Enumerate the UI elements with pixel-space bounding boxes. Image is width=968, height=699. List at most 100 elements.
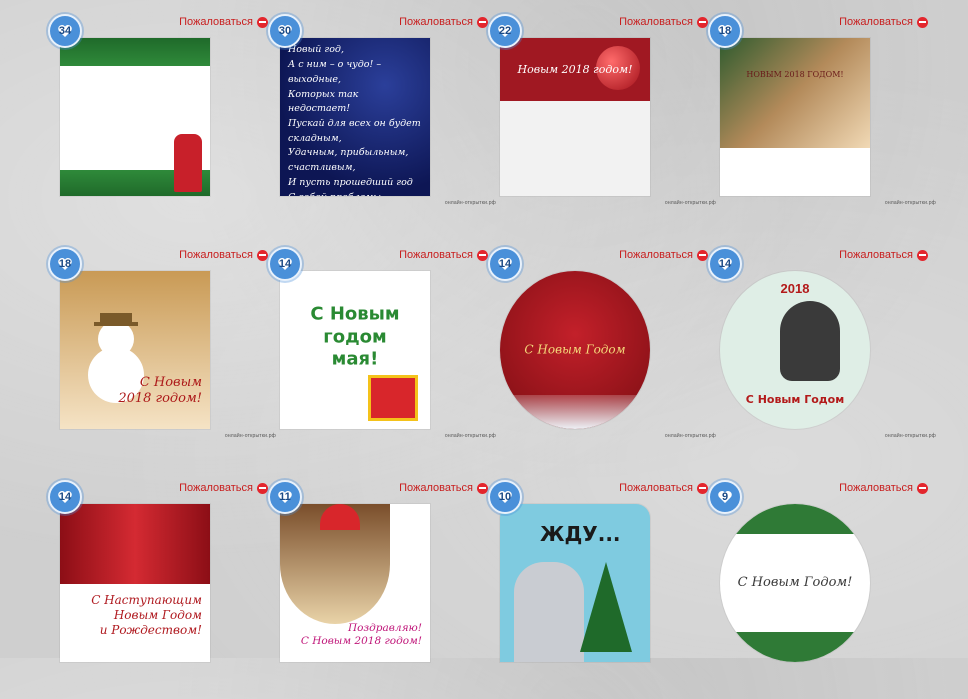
postcard-image[interactable]: Новым 2018 годом! <box>500 38 650 196</box>
postcard-image[interactable]: НОВЫМ 2018 ГОДОМ! <box>720 38 870 196</box>
dog-illustration <box>780 301 840 381</box>
pine-decoration <box>720 504 870 534</box>
report-label: Пожаловаться <box>839 249 913 261</box>
curtain-decoration <box>60 504 210 584</box>
postcard-image[interactable]: С Наступающим Новым Годом и Рождеством! <box>60 504 210 662</box>
postcard-image[interactable]: ЖДУ... <box>500 504 650 662</box>
no-entry-icon <box>257 249 268 261</box>
postcard-text: С Наступающим Новым Годом и Рождеством! <box>91 593 202 637</box>
no-entry-icon <box>697 16 708 28</box>
like-button[interactable]: 34 <box>48 14 82 48</box>
like-button[interactable]: 14 <box>488 247 522 281</box>
postcard-text: Поздравляю! С Новым 2018 годом! <box>300 621 422 647</box>
no-entry-icon <box>257 482 268 494</box>
no-entry-icon <box>917 249 928 261</box>
postcard-image[interactable] <box>60 38 210 196</box>
postcard-image[interactable]: С Новым годом мая! <box>280 271 430 429</box>
postcard-text: С Новым 2018 годом! <box>118 374 202 406</box>
report-link[interactable]: Пожаловаться <box>619 482 708 494</box>
postcard-text: С Новым годом мая! <box>310 303 400 370</box>
like-count: 14 <box>498 258 512 270</box>
like-button[interactable]: 14 <box>268 247 302 281</box>
report-link[interactable]: Пожаловаться <box>179 249 268 261</box>
like-button[interactable]: 14 <box>708 247 742 281</box>
postcard-text: С Новым Годом! <box>737 574 853 590</box>
report-link[interactable]: Пожаловаться <box>839 16 928 28</box>
report-link[interactable]: Пожаловаться <box>619 249 708 261</box>
like-count: 9 <box>721 491 729 503</box>
like-count: 14 <box>278 258 292 270</box>
postcard-card: Пожаловаться ЖДУ... 10 <box>488 466 708 699</box>
snow-decoration <box>500 395 650 429</box>
like-count: 18 <box>718 25 732 37</box>
no-entry-icon <box>477 249 488 261</box>
report-link[interactable]: Пожаловаться <box>179 482 268 494</box>
like-count: 10 <box>498 491 512 503</box>
report-label: Пожаловаться <box>179 16 253 28</box>
postcard-card: Пожаловаться НОВЫМ 2018 ГОДОМ! онлайн-от… <box>708 0 936 233</box>
postcard-card: Пожаловаться С Новым годом мая! онлайн-о… <box>268 233 496 466</box>
like-count: 30 <box>278 25 292 37</box>
postcard-text: Коллеги наши дорогие! Грядет волшебный Н… <box>288 38 421 196</box>
report-label: Пожаловаться <box>179 482 253 494</box>
report-link[interactable]: Пожаловаться <box>179 16 268 28</box>
like-button[interactable]: 30 <box>268 14 302 48</box>
watermark: онлайн-открытки.рф <box>884 200 936 206</box>
postcard-text: Новым 2018 годом! <box>517 62 633 76</box>
postcard-image[interactable]: С Новым Годом <box>500 271 650 429</box>
postcard-text: НОВЫМ 2018 ГОДОМ! <box>746 70 844 79</box>
postcard-card: Пожаловаться С Новым Годом онлайн-открыт… <box>488 233 716 466</box>
report-label: Пожаловаться <box>619 16 693 28</box>
like-button[interactable]: 14 <box>48 480 82 514</box>
christmas-tree <box>580 562 632 652</box>
report-link[interactable]: Пожаловаться <box>839 482 928 494</box>
postcard-card: Пожаловаться Поздравляю! С Новым 2018 го… <box>268 466 488 699</box>
postcard-text: С Новым Годом <box>524 342 626 357</box>
like-button[interactable]: 10 <box>488 480 522 514</box>
report-label: Пожаловаться <box>839 16 913 28</box>
like-count: 14 <box>718 258 732 270</box>
postcard-image[interactable]: Коллеги наши дорогие! Грядет волшебный Н… <box>280 38 430 196</box>
no-entry-icon <box>697 249 708 261</box>
postcard-card: Пожаловаться Новым 2018 годом! онлайн-от… <box>488 0 716 233</box>
gift-box <box>368 375 418 421</box>
like-button[interactable]: 11 <box>268 480 302 514</box>
like-count: 22 <box>498 25 512 37</box>
postcard-image[interactable]: С Новым Годом! <box>720 504 870 662</box>
walrus-illustration <box>514 562 584 662</box>
no-entry-icon <box>917 482 928 494</box>
postcard-photo <box>720 38 870 148</box>
report-link[interactable]: Пожаловаться <box>399 482 488 494</box>
no-entry-icon <box>477 16 488 28</box>
santa-figure <box>174 134 202 192</box>
like-button[interactable]: 18 <box>708 14 742 48</box>
no-entry-icon <box>917 16 928 28</box>
report-link[interactable]: Пожаловаться <box>619 16 708 28</box>
report-label: Пожаловаться <box>839 482 913 494</box>
report-link[interactable]: Пожаловаться <box>399 16 488 28</box>
like-button[interactable]: 18 <box>48 247 82 281</box>
postcard-image[interactable]: Поздравляю! С Новым 2018 годом! <box>280 504 430 662</box>
postcard-year: 2018 <box>780 281 810 296</box>
postcard-card: Пожаловаться Коллеги наши дорогие! Гряде… <box>268 0 496 233</box>
postcard-card: Пожаловаться С Новым 2018 годом! онлайн-… <box>48 233 276 466</box>
report-label: Пожаловаться <box>619 482 693 494</box>
watermark: онлайн-открытки.рф <box>884 433 936 439</box>
report-label: Пожаловаться <box>399 482 473 494</box>
like-button[interactable]: 22 <box>488 14 522 48</box>
postcard-card: Пожаловаться 34 <box>48 0 268 233</box>
postcard-image[interactable]: 2018 С Новым Годом <box>720 271 870 429</box>
no-entry-icon <box>257 16 268 28</box>
postcard-text: ЖДУ... <box>540 522 621 546</box>
postcard-image[interactable]: С Новым 2018 годом! <box>60 271 210 429</box>
no-entry-icon <box>697 482 708 494</box>
report-label: Пожаловаться <box>399 249 473 261</box>
like-count: 11 <box>279 491 291 503</box>
like-button[interactable]: 9 <box>708 480 742 514</box>
garland-decoration <box>60 38 210 66</box>
like-count: 18 <box>58 258 72 270</box>
report-link[interactable]: Пожаловаться <box>839 249 928 261</box>
postcard-card: Пожаловаться С Наступающим Новым Годом и… <box>48 466 268 699</box>
report-link[interactable]: Пожаловаться <box>399 249 488 261</box>
like-count: 14 <box>58 491 72 503</box>
